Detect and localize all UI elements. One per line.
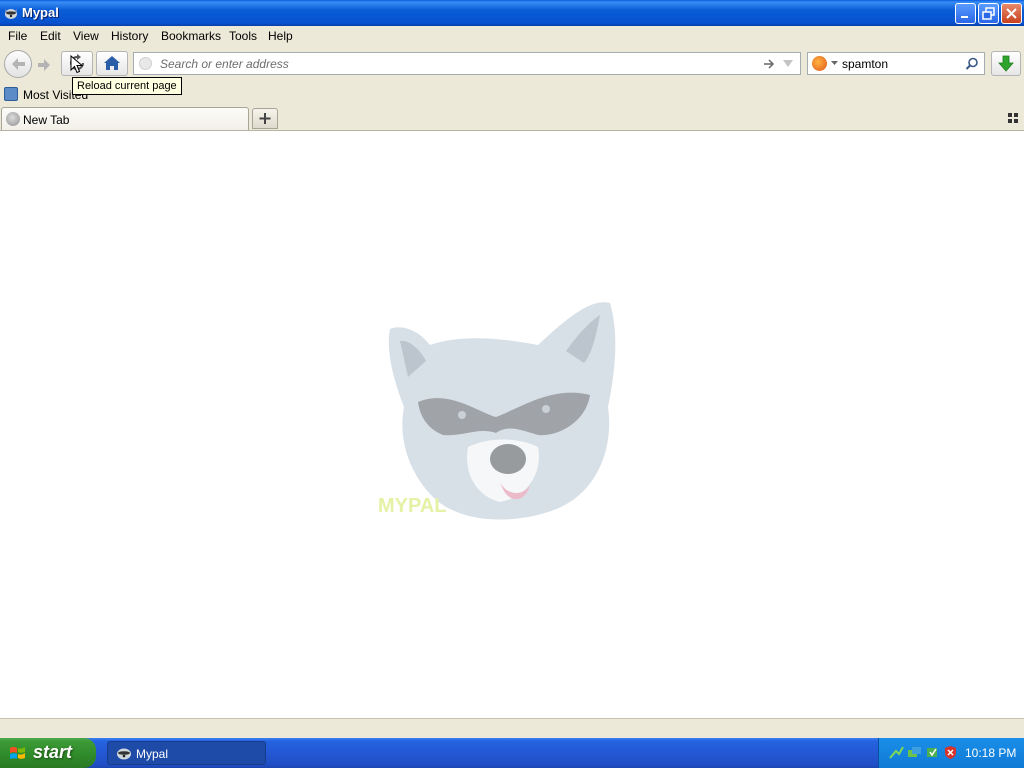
window-title: Mypal xyxy=(22,5,59,20)
windows-flag-icon xyxy=(10,746,25,759)
logo-wordmark: MYPAL xyxy=(378,495,447,517)
plus-icon xyxy=(259,113,271,124)
globe-icon xyxy=(6,112,20,126)
site-identity-icon[interactable] xyxy=(139,57,152,70)
mypal-app-icon xyxy=(117,748,131,760)
security-shield-icon[interactable] xyxy=(943,745,958,760)
download-arrow-icon xyxy=(998,55,1014,72)
menu-history[interactable]: History xyxy=(111,29,148,43)
menu-help[interactable]: Help xyxy=(268,29,293,43)
update-icon[interactable] xyxy=(925,745,940,760)
window-title-bar[interactable]: Mypal xyxy=(0,0,1024,26)
network-icon-2[interactable] xyxy=(907,745,922,760)
minimize-icon xyxy=(961,16,968,18)
restore-button[interactable] xyxy=(978,3,999,24)
status-bar xyxy=(0,718,1024,738)
back-button[interactable] xyxy=(4,50,32,78)
clock: 10:18 PM xyxy=(965,746,1017,760)
menu-view[interactable]: View xyxy=(73,29,99,43)
tab-new-tab[interactable]: New Tab xyxy=(1,107,249,130)
tab-label: New Tab xyxy=(23,113,70,127)
menu-tools[interactable]: Tools xyxy=(229,29,257,43)
home-button[interactable] xyxy=(96,51,128,76)
history-dropdown-icon[interactable] xyxy=(782,59,794,69)
address-bar[interactable] xyxy=(133,52,801,75)
chevron-down-icon[interactable] xyxy=(831,61,838,66)
page-content[interactable]: MYPAL xyxy=(0,131,1024,718)
go-arrow-icon[interactable] xyxy=(762,57,776,71)
mouse-cursor-icon xyxy=(70,55,84,74)
taskbar-item-mypal[interactable]: Mypal xyxy=(107,741,266,765)
close-button[interactable] xyxy=(1001,3,1022,24)
network-icon[interactable] xyxy=(889,745,904,760)
minimize-button[interactable] xyxy=(955,3,976,24)
taskbar-item-label: Mypal xyxy=(136,747,169,761)
menu-bookmarks[interactable]: Bookmarks xyxy=(161,29,221,43)
address-input[interactable] xyxy=(160,54,750,73)
new-tab-button[interactable] xyxy=(252,108,278,129)
menu-file[interactable]: File xyxy=(8,29,27,43)
start-button[interactable]: start xyxy=(0,738,96,768)
search-bar[interactable] xyxy=(807,52,985,75)
menu-edit[interactable]: Edit xyxy=(40,29,61,43)
tab-strip: New Tab xyxy=(0,106,1024,131)
start-label: start xyxy=(33,742,73,762)
tab-grid-icon[interactable] xyxy=(1007,112,1019,124)
search-icon[interactable] xyxy=(965,57,979,71)
downloads-button[interactable] xyxy=(991,51,1021,76)
system-tray: 10:18 PM xyxy=(878,738,1024,768)
menu-bar: File Edit View History Bookmarks Tools H… xyxy=(0,26,1024,46)
search-input[interactable] xyxy=(842,55,960,72)
reload-tooltip: Reload current page xyxy=(72,77,182,95)
restore-icon xyxy=(982,7,995,20)
home-icon xyxy=(104,56,120,70)
taskbar: start Mypal 10:18 PM xyxy=(0,738,1024,768)
bookmark-folder-icon xyxy=(4,87,18,101)
close-icon xyxy=(1006,8,1017,19)
forward-button[interactable] xyxy=(34,55,56,75)
mypal-app-icon xyxy=(5,9,17,19)
forward-arrow-icon xyxy=(38,59,50,71)
raccoon-logo: MYPAL xyxy=(378,302,616,520)
search-engine-icon[interactable] xyxy=(812,56,827,71)
back-arrow-icon xyxy=(12,58,25,70)
